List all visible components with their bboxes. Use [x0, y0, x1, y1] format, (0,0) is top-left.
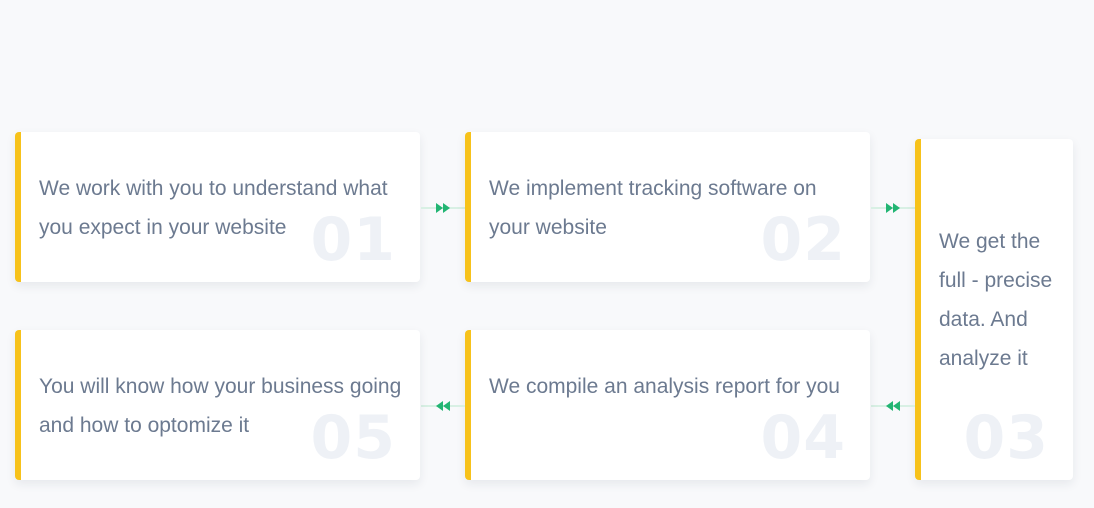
step-card-4: We compile an analysis report for you 04 — [465, 330, 870, 480]
step-5-text: You will know how your business going an… — [39, 375, 402, 437]
connector-arrow-2-3 — [871, 200, 915, 216]
step-card-2: We implement tracking software on your w… — [465, 132, 870, 282]
step-card-3: We get the full - precise data. And anal… — [915, 139, 1073, 480]
step-4-number: 04 — [760, 403, 846, 473]
step-1-text: We work with you to understand what you … — [39, 177, 388, 239]
step-4-text: We compile an analysis report for you — [489, 375, 840, 398]
double-chevron-left-icon — [421, 401, 465, 411]
connector-arrow-4-5 — [421, 398, 465, 414]
step-3-number: 03 — [963, 403, 1049, 473]
connector-arrow-3-4 — [871, 398, 915, 414]
double-chevron-left-icon — [871, 401, 915, 411]
connector-arrow-1-2 — [421, 200, 465, 216]
step-3-text: We get the full - precise data. And anal… — [939, 230, 1053, 370]
step-card-1: We work with you to understand what you … — [15, 132, 420, 282]
step-card-5: You will know how your business going an… — [15, 330, 420, 480]
double-chevron-right-icon — [871, 203, 915, 213]
step-2-text: We implement tracking software on your w… — [489, 177, 817, 239]
double-chevron-right-icon — [421, 203, 465, 213]
